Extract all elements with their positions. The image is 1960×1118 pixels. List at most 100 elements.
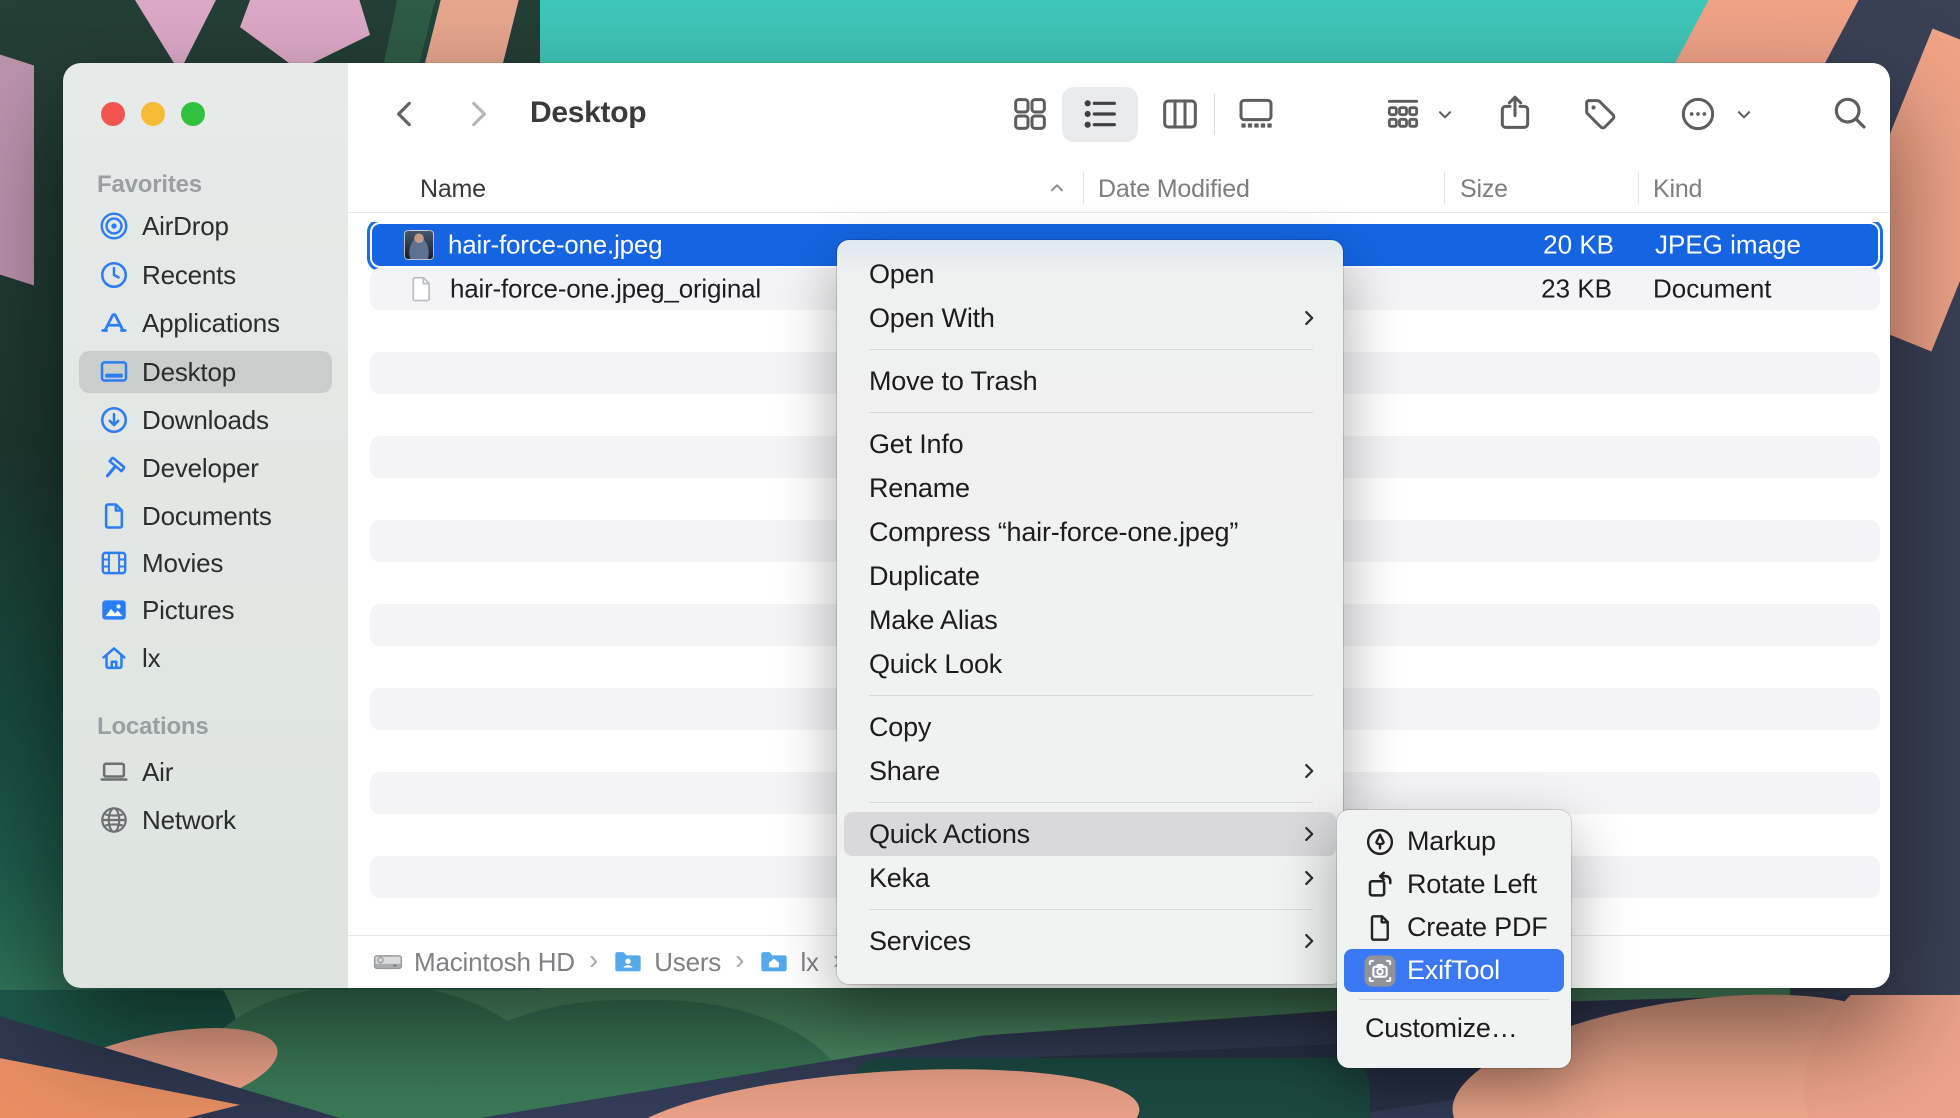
menu-divider xyxy=(869,412,1313,413)
icon-view-button[interactable] xyxy=(1010,94,1050,134)
sidebar-item-recents[interactable]: Recents xyxy=(79,254,332,296)
path-segment-macintosh-hd[interactable]: Macintosh HD xyxy=(372,946,575,978)
laptop-icon xyxy=(97,755,131,789)
more-actions-button[interactable] xyxy=(1678,94,1718,134)
group-by-chevron-icon xyxy=(1434,104,1456,126)
menu-divider xyxy=(869,909,1313,910)
sidebar-item-network[interactable]: Network xyxy=(79,799,332,841)
photo-icon xyxy=(97,593,131,627)
rotate-left-icon xyxy=(1363,868,1397,902)
path-segment-users[interactable]: Users xyxy=(612,946,721,978)
sidebar-item-pictures[interactable]: Pictures xyxy=(79,589,332,631)
sidebar-item-air[interactable]: Air xyxy=(79,751,332,793)
menu-divider xyxy=(869,695,1313,696)
submenu-chevron-icon xyxy=(1298,823,1320,845)
globe-icon xyxy=(97,803,131,837)
column-divider[interactable] xyxy=(1083,172,1084,204)
list-header-row: Name Date Modified Size Kind xyxy=(348,164,1890,213)
submenu-chevron-icon xyxy=(1298,760,1320,782)
hammer-icon xyxy=(97,451,131,485)
zoom-window-button[interactable] xyxy=(181,102,205,126)
menu-item-open-with[interactable]: Open With xyxy=(844,296,1336,340)
minimize-window-button[interactable] xyxy=(141,102,165,126)
forward-button[interactable] xyxy=(461,97,495,131)
menu-item-share[interactable]: Share xyxy=(844,749,1336,793)
path-separator: › xyxy=(735,944,744,976)
sidebar-section-favorites: Favorites xyxy=(97,171,202,197)
home-icon xyxy=(97,641,131,675)
menu-divider xyxy=(1359,999,1549,1000)
airdrop-icon xyxy=(97,209,131,243)
menu-item-keka[interactable]: Keka xyxy=(844,856,1336,900)
markup-icon xyxy=(1363,825,1397,859)
exiftool-icon xyxy=(1363,954,1397,988)
column-header-name[interactable]: Name xyxy=(420,175,486,204)
sidebar-item-desktop[interactable]: Desktop xyxy=(79,351,332,393)
sidebar-item-documents[interactable]: Documents xyxy=(79,495,332,537)
menu-divider xyxy=(869,802,1313,803)
sidebar-item-home-lx[interactable]: lx xyxy=(79,637,332,679)
sidebar-item-airdrop[interactable]: AirDrop xyxy=(79,205,332,247)
clock-icon xyxy=(97,258,131,292)
menu-divider xyxy=(869,349,1313,350)
hard-drive-icon xyxy=(372,946,404,978)
column-view-button[interactable] xyxy=(1160,94,1200,134)
sidebar-item-downloads[interactable]: Downloads xyxy=(79,399,332,441)
menu-item-rename[interactable]: Rename xyxy=(844,466,1336,510)
context-menu: Open Open With Move to Trash Get Info Re… xyxy=(837,240,1343,984)
close-window-button[interactable] xyxy=(101,102,125,126)
submenu-item-rotate-left[interactable]: Rotate Left xyxy=(1344,863,1564,906)
menu-item-make-alias[interactable]: Make Alias xyxy=(844,598,1336,642)
gallery-view-button[interactable] xyxy=(1236,94,1276,134)
home-folder-icon xyxy=(758,946,790,978)
menu-item-compress[interactable]: Compress “hair-force-one.jpeg” xyxy=(844,510,1336,554)
menu-item-services[interactable]: Services xyxy=(844,919,1336,963)
group-by-button[interactable] xyxy=(1381,94,1425,134)
document-icon xyxy=(97,499,131,533)
wallpaper-pink-leaf xyxy=(0,54,34,285)
column-header-date-modified[interactable]: Date Modified xyxy=(1098,175,1250,204)
column-divider[interactable] xyxy=(1444,172,1445,204)
window-title: Desktop xyxy=(530,96,646,130)
menu-item-quick-actions[interactable]: Quick Actions xyxy=(844,812,1336,856)
column-divider[interactable] xyxy=(1638,172,1639,204)
path-separator: › xyxy=(589,944,598,976)
path-segment-lx[interactable]: lx xyxy=(758,946,818,978)
menu-item-move-to-trash[interactable]: Move to Trash xyxy=(844,359,1336,403)
submenu-item-markup[interactable]: Markup xyxy=(1344,820,1564,863)
menu-item-copy[interactable]: Copy xyxy=(844,705,1336,749)
sidebar-item-developer[interactable]: Developer xyxy=(79,447,332,489)
jpeg-thumbnail-icon xyxy=(404,230,434,260)
blank-document-icon xyxy=(406,274,436,304)
menu-item-get-info[interactable]: Get Info xyxy=(844,422,1336,466)
sidebar-item-applications[interactable]: Applications xyxy=(79,302,332,344)
users-folder-icon xyxy=(612,946,644,978)
submenu-chevron-icon xyxy=(1298,867,1320,889)
quick-actions-submenu: Markup Rotate Left Create PDF ExifTool C… xyxy=(1337,810,1571,1068)
back-button[interactable] xyxy=(388,97,422,131)
column-header-size[interactable]: Size xyxy=(1460,175,1508,204)
submenu-chevron-icon xyxy=(1298,930,1320,952)
submenu-item-create-pdf[interactable]: Create PDF xyxy=(1344,906,1564,949)
sidebar-item-movies[interactable]: Movies xyxy=(79,542,332,584)
menu-item-duplicate[interactable]: Duplicate xyxy=(844,554,1336,598)
download-circle-icon xyxy=(97,403,131,437)
menu-item-open[interactable]: Open xyxy=(844,252,1336,296)
sidebar: Favorites AirDrop Recents Applications xyxy=(63,63,348,988)
list-view-button[interactable] xyxy=(1080,94,1120,134)
sidebar-section-locations: Locations xyxy=(97,713,209,739)
tags-button[interactable] xyxy=(1580,94,1620,134)
film-icon xyxy=(97,546,131,580)
toolbar-separator xyxy=(1214,93,1215,135)
search-button[interactable] xyxy=(1830,93,1870,133)
create-pdf-icon xyxy=(1363,911,1397,945)
toolbar: Desktop xyxy=(348,63,1890,165)
desktop-icon xyxy=(97,355,131,389)
column-header-kind[interactable]: Kind xyxy=(1653,175,1702,204)
menu-item-quick-look[interactable]: Quick Look xyxy=(844,642,1336,686)
submenu-item-customize[interactable]: Customize… xyxy=(1344,1007,1564,1050)
more-actions-chevron-icon xyxy=(1733,104,1755,126)
submenu-item-exiftool[interactable]: ExifTool xyxy=(1344,949,1564,992)
share-button[interactable] xyxy=(1495,93,1535,133)
app-store-icon xyxy=(97,306,131,340)
